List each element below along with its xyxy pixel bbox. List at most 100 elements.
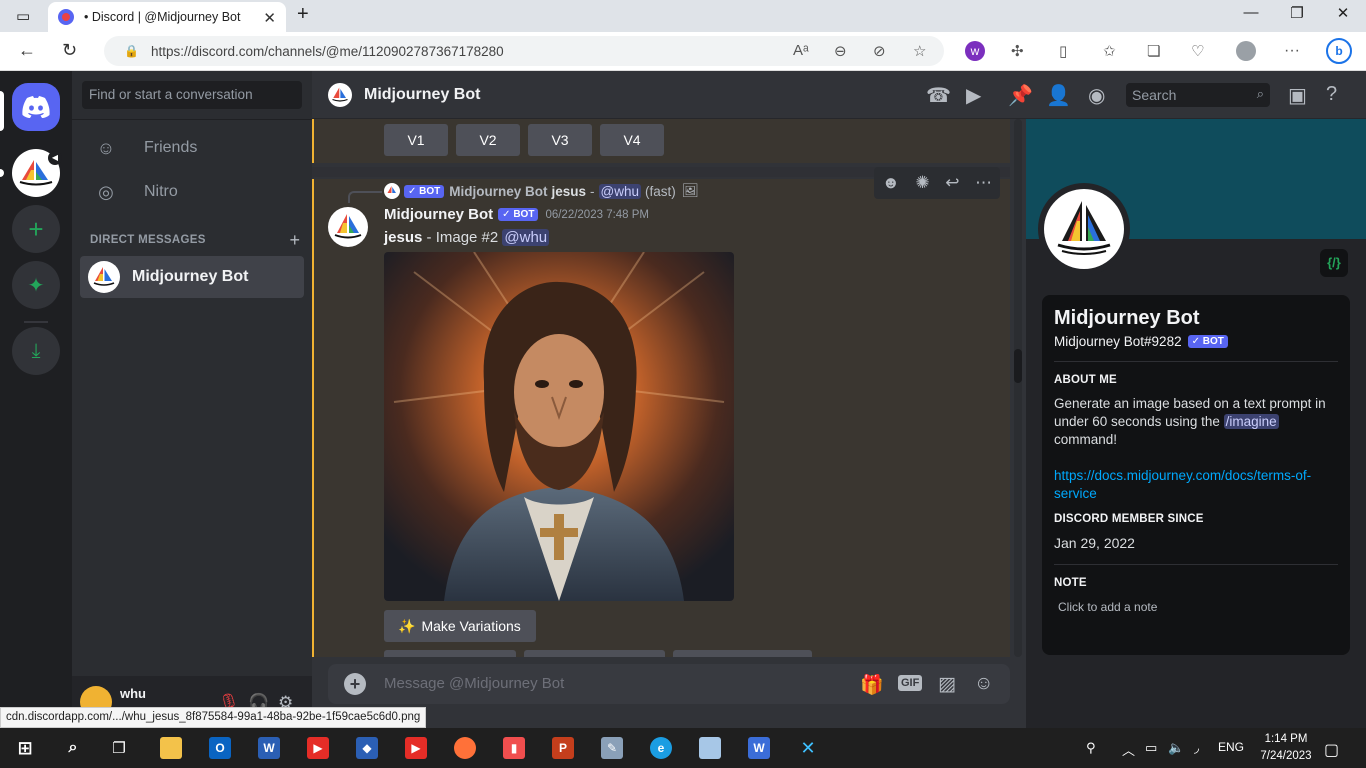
profile-avatar-icon[interactable] [1236,41,1256,61]
pinned-messages-icon[interactable]: 📌 [1008,83,1033,108]
help-icon[interactable]: ? [1326,83,1337,106]
split-screen-icon[interactable]: ▯ [1059,42,1067,60]
read-aloud-icon[interactable]: Aᵃ [793,42,809,59]
message-input[interactable]: Message @Midjourney Bot [384,675,564,692]
v2-button[interactable]: V2 [456,124,520,156]
reply-mention[interactable]: @whu [598,183,642,199]
language-indicator[interactable]: ENG [1218,740,1244,754]
clipchamp-icon[interactable]: ▮ [503,737,525,759]
word-icon[interactable]: W [258,737,280,759]
system-clock[interactable]: 1:14 PM 7/24/2023 [1256,731,1316,765]
message-scrollbar[interactable] [1014,119,1022,657]
refresh-icon[interactable]: ↻ [62,40,77,61]
more-options-icon[interactable]: ⋯ [975,173,992,193]
speaker-icon: ◀ [48,151,62,165]
make-variations-button[interactable]: ✨ Make Variations [384,610,536,642]
message-composer[interactable]: + Message @Midjourney Bot 🎁 GIF ▨ ☺ [328,664,1010,704]
notepad-icon[interactable] [699,737,721,759]
browser-tab-discord[interactable]: • Discord | @Midjourney Bot ✕ [48,2,286,32]
create-dm-icon[interactable]: + [289,230,300,251]
add-server-button[interactable]: + [12,205,60,253]
outlook-icon[interactable]: O [209,737,231,759]
volume-icon[interactable]: 🔈 [1168,740,1184,756]
back-icon[interactable]: ← [18,40,36,61]
server-midjourney-button[interactable]: ◀ [12,149,62,197]
copilot-icon[interactable]: b [1326,38,1352,64]
network-icon[interactable]: ◞ [1194,740,1199,756]
discord-home-button[interactable] [12,83,60,131]
task-view-icon[interactable]: ❐ [108,737,130,759]
file-explorer-icon[interactable] [160,737,182,759]
people-icon[interactable]: ⚲ [1086,740,1096,756]
powerpoint-icon[interactable]: P [552,737,574,759]
emoji-icon[interactable]: ☺ [974,673,993,695]
v1-button[interactable]: V1 [384,124,448,156]
collections-icon[interactable]: ❏ [1147,42,1160,60]
restore-icon[interactable]: ❐ [1274,4,1320,22]
voice-call-icon[interactable]: ☎ [926,83,951,108]
user-profile-icon[interactable]: ◉ [1088,83,1105,108]
app-icon[interactable]: ◆ [356,737,378,759]
message-author-avatar[interactable] [328,207,368,247]
tab-actions-icon[interactable]: ▭ [16,7,30,25]
more-menu-icon[interactable]: ··· [1284,42,1300,60]
vscode-icon[interactable]: ✕ [797,737,819,759]
reply-author: Midjourney Bot [449,183,548,199]
youtube-icon[interactable]: ▶ [307,737,329,759]
firefox-icon[interactable] [454,737,476,759]
v4-button[interactable]: V4 [600,124,664,156]
dm-item-midjourney-bot[interactable]: Midjourney Bot [80,256,304,298]
close-tab-icon[interactable]: ✕ [263,9,276,27]
extension-w-icon[interactable]: w [965,41,985,61]
partially-visible-button-3[interactable] [673,650,812,657]
imagine-command[interactable]: /imagine [1223,414,1279,429]
gift-icon[interactable]: 🎁 [860,673,884,697]
close-window-icon[interactable]: ✕ [1320,4,1366,22]
windows-start-icon[interactable]: ⊞ [14,737,36,759]
youtube-2-icon[interactable]: ▶ [405,737,427,759]
url-field[interactable]: 🔒 https://discord.com/channels/@me/11209… [104,36,944,66]
minimize-icon[interactable]: — [1228,4,1274,21]
tray-chevron-icon[interactable]: ︿ [1122,740,1135,759]
inbox-icon[interactable]: ▣ [1288,83,1307,108]
paint-icon[interactable]: ✎ [601,737,623,759]
v3-button[interactable]: V3 [528,124,592,156]
note-input[interactable]: Click to add a note [1054,600,1338,614]
performance-icon[interactable]: ♡ [1191,42,1204,60]
message-author[interactable]: Midjourney Bot [384,206,493,223]
scrollbar-thumb[interactable] [1014,349,1022,383]
favorite-star-icon[interactable]: ☆ [913,42,926,60]
search-taskbar-icon[interactable]: ⌕ [62,737,84,759]
add-friends-dm-icon[interactable]: 👤 [1046,83,1071,108]
webex-icon[interactable]: W [748,737,770,759]
attach-plus-icon[interactable]: + [344,673,366,695]
video-call-icon[interactable]: ▶ [966,83,981,108]
header-search-input[interactable]: Search ⌕ [1126,83,1270,107]
partially-visible-button-1[interactable] [384,650,516,657]
zoom-icon[interactable]: ⊖ [834,42,847,60]
partially-visible-button-2[interactable] [524,650,665,657]
slash-commands-badge[interactable]: {/} [1320,249,1348,277]
notifications-icon[interactable]: ▢ [1324,740,1339,760]
download-apps-button[interactable]: ⤓ [12,327,60,375]
gif-button[interactable]: GIF [898,675,923,691]
extensions-puzzle-icon[interactable]: ✣ [1011,42,1024,60]
reply-reference[interactable]: ✓ BOT Midjourney Bot jesus - @whu (fast)… [384,183,699,199]
new-tab-icon[interactable]: + [297,3,309,26]
sidebar-item-nitro[interactable]: ◎ Nitro [80,171,304,213]
super-reaction-icon[interactable]: ✺ [915,173,929,193]
profile-avatar[interactable] [1038,183,1130,275]
battery-icon[interactable]: ▭ [1145,740,1157,756]
explore-servers-button[interactable]: ✦ [12,261,60,309]
sticker-icon[interactable]: ▨ [938,673,956,696]
find-conversation-input[interactable]: Find or start a conversation [82,81,302,109]
message-mention[interactable]: @whu [502,229,550,246]
terms-link[interactable]: https://docs.midjourney.com/docs/terms-o… [1054,467,1338,503]
favorites-icon[interactable]: ✩ [1103,42,1116,60]
sidebar-item-friends[interactable]: ☺ Friends [80,127,304,169]
generated-image[interactable] [384,252,734,601]
edge-icon[interactable]: e [650,737,672,759]
reply-icon[interactable]: ↩ [945,173,959,193]
site-permissions-icon[interactable]: ⊘ [873,42,886,60]
add-reaction-icon[interactable]: ☻ [882,173,900,193]
